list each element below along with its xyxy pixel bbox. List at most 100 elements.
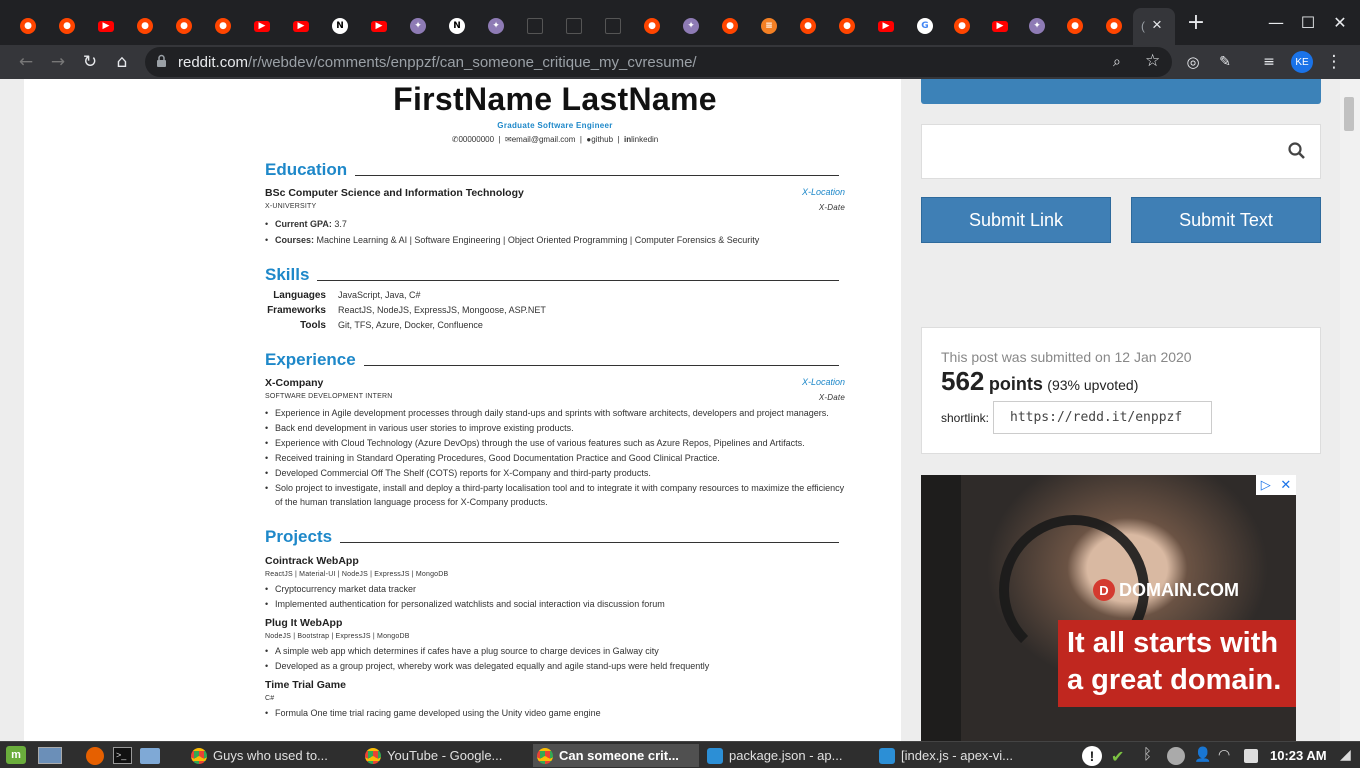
close-tab-icon[interactable]: ×	[1152, 15, 1162, 35]
tab-reddit[interactable]: ●	[793, 10, 823, 42]
tab-reddit[interactable]: ●	[715, 10, 745, 42]
skill-value: JavaScript, Java, C#	[338, 290, 421, 300]
tab-youtube[interactable]: ▶	[871, 10, 901, 42]
tab-reddit[interactable]: ●	[1099, 10, 1129, 42]
tab-reddit[interactable]: ●	[947, 10, 977, 42]
tab-other[interactable]: ✦	[1022, 10, 1052, 42]
tab-reddit[interactable]: ●	[52, 10, 82, 42]
tab-google[interactable]: G	[910, 10, 940, 42]
tab-reddit[interactable]: ●	[832, 10, 862, 42]
taskbar-item[interactable]: Can someone crit...	[533, 744, 699, 767]
taskbar-item[interactable]: YouTube - Google...	[361, 744, 529, 767]
resume-contact: ✆00000000 | ✉email@gmail.com | ●github |…	[451, 135, 659, 144]
menu-icon[interactable]: ⋮	[1321, 49, 1347, 75]
network-icon[interactable]	[1167, 747, 1185, 765]
star-icon[interactable]: ☆	[1145, 51, 1160, 71]
google-favicon-icon: G	[917, 18, 933, 34]
close-window-icon[interactable]: ✕	[1322, 10, 1358, 34]
files-icon[interactable]	[140, 748, 160, 764]
show-desktop-icon[interactable]	[38, 747, 62, 764]
submit-link-button[interactable]: Submit Link	[921, 197, 1111, 243]
clock[interactable]: 10:23 AM	[1270, 748, 1327, 763]
reddit-favicon-icon: ●	[722, 18, 738, 34]
skills-heading: Skills	[265, 265, 845, 285]
ad-banner[interactable]: ▷ ✕ D DOMAIN.COM It all starts with a gre…	[921, 475, 1296, 741]
user-icon[interactable]: 👤	[1194, 746, 1211, 763]
tab-reddit[interactable]: ●	[208, 10, 238, 42]
mint-menu-icon[interactable]: m	[6, 746, 26, 764]
battery-icon[interactable]	[1244, 749, 1258, 763]
skill-row: Languages JavaScript, Java, C#	[265, 289, 845, 302]
exp-date: X-Date	[818, 393, 845, 402]
tab-reddit[interactable]: ●	[169, 10, 199, 42]
tab-youtube[interactable]: ▶	[247, 10, 277, 42]
zoom-icon[interactable]: ⌕	[1113, 53, 1121, 70]
notion-favicon-icon: N	[332, 18, 348, 34]
skill-value: ReactJS, NodeJS, ExpressJS, Mongoose, AS…	[338, 305, 546, 315]
search-input[interactable]	[921, 124, 1321, 179]
home-icon[interactable]: ⌂	[109, 49, 135, 75]
taskbar-item-label: Can someone crit...	[559, 748, 679, 763]
shortlink-label: shortlink:	[941, 411, 990, 425]
tab-blank[interactable]	[559, 10, 589, 42]
maximize-icon[interactable]: ☐	[1290, 10, 1326, 34]
courses-item: Courses: Machine Learning & AI | Softwar…	[265, 233, 845, 247]
extension-icon[interactable]: ◎	[1180, 49, 1206, 75]
reddit-favicon-icon: ●	[176, 18, 192, 34]
tab-notion[interactable]: N	[325, 10, 355, 42]
new-tab-button[interactable]: +	[1178, 10, 1214, 35]
reload-icon[interactable]: ↻	[77, 49, 103, 75]
scrollbar-thumb[interactable]	[1344, 97, 1354, 131]
tab-reddit[interactable]: ●	[130, 10, 160, 42]
tab-youtube[interactable]: ▶	[91, 10, 121, 42]
extension-pen-icon[interactable]: ✎	[1212, 49, 1238, 75]
taskbar-item[interactable]: Guys who used to...	[187, 744, 355, 767]
adchoices-icon[interactable]: ▷ ✕	[1256, 475, 1296, 495]
company: X-Company	[265, 377, 324, 389]
page-scrollbar[interactable]	[1340, 79, 1360, 741]
search-icon[interactable]	[1288, 142, 1306, 165]
wifi-icon[interactable]: ◠	[1218, 746, 1230, 763]
minimize-icon[interactable]: —	[1258, 10, 1294, 34]
tab-active[interactable]: ( ×	[1133, 8, 1175, 45]
other-favicon-icon: ✦	[410, 18, 426, 34]
resume-subtitle: Graduate Software Engineer	[497, 121, 613, 130]
reading-list-icon[interactable]: ≡	[1256, 49, 1282, 75]
submit-text-button[interactable]: Submit Text	[1131, 197, 1321, 243]
back-arrow-icon[interactable]: ←	[13, 49, 39, 75]
shield-icon[interactable]: ✔	[1111, 747, 1124, 767]
tab-reddit[interactable]: ●	[637, 10, 667, 42]
profile-avatar[interactable]: KE	[1291, 51, 1313, 73]
tab-other[interactable]: ✦	[403, 10, 433, 42]
shortlink-field[interactable]: https://redd.it/enppzf	[993, 401, 1212, 434]
experience-bullet: Received training in Standard Operating …	[265, 451, 845, 465]
tab-blank[interactable]	[598, 10, 628, 42]
tab-other[interactable]: ✦	[676, 10, 706, 42]
firefox-icon[interactable]	[86, 747, 104, 765]
address-bar[interactable]: reddit.com/r/webdev/comments/enppzf/can_…	[145, 47, 1172, 77]
tab-youtube[interactable]: ▶	[286, 10, 316, 42]
taskbar-item[interactable]: package.json - ap...	[703, 744, 871, 767]
tab-youtube[interactable]: ▶	[985, 10, 1015, 42]
other-favicon-icon: ✦	[1029, 18, 1045, 34]
vscode-icon	[707, 747, 723, 764]
tab-other[interactable]: ✦	[481, 10, 511, 42]
tab-notion[interactable]: N	[442, 10, 472, 42]
sound-icon[interactable]: ◢	[1340, 746, 1351, 763]
terminal-icon[interactable]: >_	[113, 747, 132, 764]
tray-alert-icon[interactable]: !	[1082, 746, 1102, 766]
email-icon: ✉	[505, 135, 512, 144]
bluetooth-icon[interactable]: ᛒ	[1143, 746, 1152, 763]
ad-brand: D DOMAIN.COM	[1093, 579, 1239, 601]
tab-stackoverflow[interactable]: ≡	[754, 10, 784, 42]
taskbar-item[interactable]: [index.js - apex-vi...	[875, 744, 1035, 767]
skill-value: Git, TFS, Azure, Docker, Confluence	[338, 320, 483, 330]
forward-arrow-icon[interactable]: →	[45, 49, 71, 75]
tab-reddit[interactable]: ●	[1060, 10, 1090, 42]
notion-favicon-icon: N	[449, 18, 465, 34]
tab-youtube[interactable]: ▶	[364, 10, 394, 42]
tab-blank[interactable]	[520, 10, 550, 42]
experience-bullet: Back end development in various user sto…	[265, 421, 845, 435]
tab-reddit[interactable]: ●	[13, 10, 43, 42]
lock-icon[interactable]	[156, 54, 167, 67]
